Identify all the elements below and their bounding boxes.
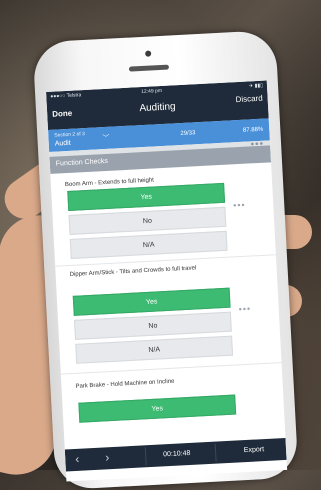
carrier-status: ●●●○○ Telstra — [50, 92, 82, 100]
clock: 12:49 pm — [141, 87, 163, 96]
score-percent: 87.88% — [242, 126, 264, 134]
answer-no-button[interactable]: No — [68, 206, 227, 235]
divider — [60, 362, 282, 375]
phone: ●●●○○ Telstra 12:49 pm ✈ ▮▮▯ Done Auditi… — [32, 29, 299, 490]
battery-icon: ✈ ▮▮▯ — [249, 82, 264, 90]
question-text: Park Brake - Hold Machine on Incline — [75, 378, 175, 390]
export-button[interactable]: Export — [244, 446, 265, 454]
answer-na-button[interactable]: N/A — [75, 335, 234, 364]
bottom-toolbar: ‹ › 00:10:48 Export — [64, 437, 287, 472]
answer-na-button[interactable]: N/A — [69, 230, 228, 259]
answer-no-button[interactable]: No — [74, 311, 232, 340]
chevron-right-icon[interactable]: › — [105, 450, 110, 464]
chevron-left-icon[interactable]: ‹ — [75, 452, 80, 466]
speaker-grille — [128, 64, 170, 72]
section-subtitle: Section 2 of 3 — [54, 131, 86, 139]
more-icon[interactable]: ••• — [233, 200, 246, 211]
answer-yes-button[interactable]: Yes — [78, 394, 237, 423]
question-count: 29/33 — [180, 130, 196, 138]
divider — [214, 443, 217, 462]
discard-button[interactable]: Discard — [235, 94, 263, 104]
more-icon[interactable]: ••• — [238, 304, 251, 315]
phone-screen: ●●●○○ Telstra 12:49 pm ✈ ▮▮▯ Done Auditi… — [46, 80, 288, 482]
answer-yes-button[interactable]: Yes — [72, 287, 231, 316]
section-name: Audit — [54, 139, 71, 148]
timer: 00:10:48 — [163, 449, 191, 459]
divider — [144, 447, 147, 466]
category-title: Function Checks — [55, 157, 109, 168]
camera-icon — [145, 50, 152, 57]
chevron-down-icon[interactable]: ﹀ — [102, 133, 110, 143]
